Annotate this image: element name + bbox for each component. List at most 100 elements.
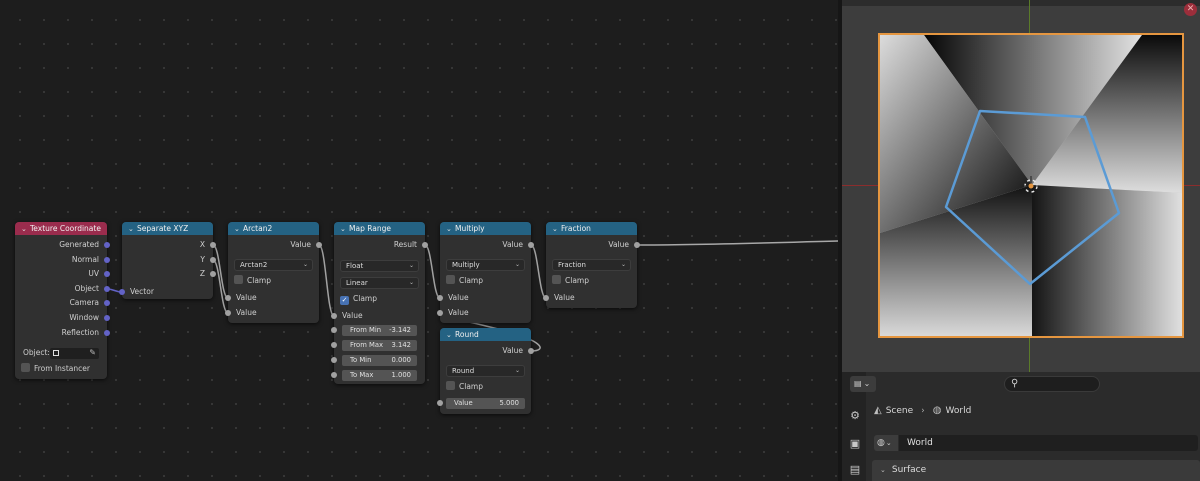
chevron-down-icon[interactable]: ⌄ bbox=[552, 223, 561, 236]
checkbox-checked[interactable]: ✓ bbox=[340, 296, 349, 305]
output-socket[interactable] bbox=[210, 242, 216, 248]
output-socket[interactable] bbox=[528, 242, 534, 248]
input-socket[interactable] bbox=[331, 357, 337, 363]
3d-viewport[interactable]: ✕ bbox=[842, 0, 1200, 372]
checkbox[interactable] bbox=[446, 275, 455, 284]
render-tab-icon[interactable]: ▣ bbox=[848, 437, 862, 451]
node-header[interactable]: ⌄ Map Range bbox=[334, 222, 425, 235]
panel-title: Surface bbox=[891, 465, 927, 475]
checkbox[interactable] bbox=[21, 363, 30, 372]
input-socket[interactable] bbox=[119, 289, 125, 295]
world-name-field[interactable]: World bbox=[899, 435, 1198, 451]
breadcrumb-item-scene[interactable]: Scene bbox=[886, 406, 913, 416]
interpolation-dropdown[interactable]: Linear ⌄ bbox=[340, 277, 419, 289]
output-label: Generated bbox=[59, 240, 99, 249]
editor-type-button[interactable]: ▤ ⌄ bbox=[850, 376, 876, 392]
surface-panel-header[interactable]: ⌄ Surface bbox=[872, 460, 1200, 481]
operation-dropdown[interactable]: Multiply ⌄ bbox=[446, 259, 525, 271]
from-min-field[interactable]: From Min -3.142 bbox=[331, 325, 417, 336]
separate-xyz-node[interactable]: ⌄ Separate XYZ X Y Z Vector bbox=[119, 222, 216, 299]
checkbox[interactable] bbox=[446, 381, 455, 390]
data-type-dropdown[interactable]: Float ⌄ bbox=[340, 260, 419, 272]
close-icon[interactable]: ✕ bbox=[1184, 3, 1197, 16]
dropdown-value: Fraction bbox=[558, 261, 586, 269]
output-socket[interactable] bbox=[528, 348, 534, 354]
operation-dropdown[interactable]: Arctan2 ⌄ bbox=[234, 259, 313, 271]
camera-frame[interactable] bbox=[878, 33, 1184, 338]
node-header[interactable]: ⌄ Texture Coordinate bbox=[15, 222, 107, 235]
output-socket[interactable] bbox=[316, 242, 322, 248]
input-socket[interactable] bbox=[437, 400, 443, 406]
node-header[interactable]: ⌄ Arctan2 bbox=[228, 222, 319, 235]
chevron-down-icon[interactable]: ⌄ bbox=[21, 223, 30, 236]
output-label: Value bbox=[290, 240, 311, 249]
viewport-header[interactable] bbox=[842, 0, 1200, 6]
breadcrumb-item-world[interactable]: World bbox=[946, 406, 972, 416]
input-socket[interactable] bbox=[331, 327, 337, 333]
chevron-down-icon: ⌄ bbox=[514, 261, 520, 268]
chevron-down-icon[interactable]: ⌄ bbox=[446, 223, 455, 236]
output-socket[interactable] bbox=[104, 257, 110, 263]
input-socket[interactable] bbox=[437, 295, 443, 301]
checkbox[interactable] bbox=[552, 275, 561, 284]
input-socket[interactable] bbox=[331, 313, 337, 319]
operation-dropdown[interactable]: Round ⌄ bbox=[446, 365, 525, 377]
output-value: Value bbox=[440, 344, 534, 358]
clamp-checkbox[interactable]: ✓ Clamp bbox=[340, 293, 377, 305]
input-socket[interactable] bbox=[225, 295, 231, 301]
output-object: Object bbox=[15, 282, 110, 296]
output-socket[interactable] bbox=[104, 286, 110, 292]
value-field[interactable]: Value 5.000 bbox=[437, 398, 525, 409]
chevron-down-icon[interactable]: ⌄ bbox=[128, 223, 137, 236]
clamp-checkbox[interactable]: Clamp bbox=[446, 381, 483, 393]
output-socket[interactable] bbox=[104, 300, 110, 306]
checkbox-label: From Instancer bbox=[34, 364, 90, 373]
node-header[interactable]: ⌄ Fraction bbox=[546, 222, 637, 235]
output-socket[interactable] bbox=[104, 315, 110, 321]
output-label: X bbox=[199, 240, 205, 249]
chevron-down-icon[interactable]: ⌄ bbox=[446, 329, 455, 342]
output-socket[interactable] bbox=[104, 330, 110, 336]
chevron-down-icon[interactable]: ⌄ bbox=[234, 223, 243, 236]
to-min-field[interactable]: To Min 0.000 bbox=[331, 355, 417, 366]
output-tab-icon[interactable]: ▤ bbox=[848, 463, 862, 477]
fraction-node[interactable]: ⌄ Fraction Value Fraction ⌄ Clamp Value bbox=[543, 222, 640, 308]
checkbox[interactable] bbox=[234, 275, 243, 284]
shader-node-editor[interactable]: ⌄ Texture Coordinate Generated Normal UV … bbox=[0, 0, 838, 481]
clamp-checkbox[interactable]: Clamp bbox=[234, 275, 271, 287]
eyedropper-icon[interactable]: ✎ bbox=[89, 346, 96, 360]
output-socket[interactable] bbox=[210, 257, 216, 263]
input-socket[interactable] bbox=[437, 310, 443, 316]
multiply-node[interactable]: ⌄ Multiply Value Multiply ⌄ Clamp Value Va… bbox=[437, 222, 534, 323]
output-socket[interactable] bbox=[422, 242, 428, 248]
output-socket[interactable] bbox=[104, 242, 110, 248]
arctan2-node[interactable]: ⌄ Arctan2 Value Arctan2 ⌄ Clamp Value Valu… bbox=[225, 222, 322, 323]
input-socket[interactable] bbox=[331, 372, 337, 378]
object-picker[interactable]: ✎ bbox=[50, 348, 99, 359]
output-socket[interactable] bbox=[104, 271, 110, 277]
round-node[interactable]: ⌄ Round Value Round ⌄ Clamp Value 5.000 bbox=[437, 328, 534, 414]
world-browse-button[interactable]: ◍⌄ bbox=[874, 435, 898, 451]
node-header[interactable]: ⌄ Multiply bbox=[440, 222, 531, 235]
clamp-checkbox[interactable]: Clamp bbox=[552, 275, 589, 287]
field-value: 3.142 bbox=[391, 341, 411, 349]
output-socket[interactable] bbox=[634, 242, 640, 248]
node-header[interactable]: ⌄ Separate XYZ bbox=[122, 222, 213, 235]
operation-dropdown[interactable]: Fraction ⌄ bbox=[552, 259, 631, 271]
texture-coordinate-node[interactable]: ⌄ Texture Coordinate Generated Normal UV … bbox=[15, 222, 110, 379]
node-header[interactable]: ⌄ Round bbox=[440, 328, 531, 341]
to-max-field[interactable]: To Max 1.000 bbox=[331, 370, 417, 381]
search-input[interactable]: ⚲ bbox=[1004, 376, 1100, 392]
chevron-down-icon[interactable]: ⌄ bbox=[340, 223, 349, 236]
properties-editor[interactable]: ⚙ ▣ ▤ ▤ ⌄ ⚲ ◭ Scene › ◍ World ◍⌄ World ⌄ Surfa… bbox=[842, 372, 1200, 481]
input-socket[interactable] bbox=[543, 295, 549, 301]
map-range-node[interactable]: ⌄ Map Range Result Float ⌄ Linear ⌄ ✓ Clamp … bbox=[331, 222, 428, 384]
from-max-field[interactable]: From Max 3.142 bbox=[331, 340, 417, 351]
clamp-checkbox[interactable]: Clamp bbox=[446, 275, 483, 287]
from-instancer-checkbox[interactable]: From Instancer bbox=[21, 363, 90, 375]
output-socket[interactable] bbox=[210, 271, 216, 277]
tool-tab-icon[interactable]: ⚙ bbox=[848, 409, 862, 423]
input-socket[interactable] bbox=[331, 342, 337, 348]
input-socket[interactable] bbox=[225, 310, 231, 316]
output-value: Value bbox=[228, 238, 322, 252]
